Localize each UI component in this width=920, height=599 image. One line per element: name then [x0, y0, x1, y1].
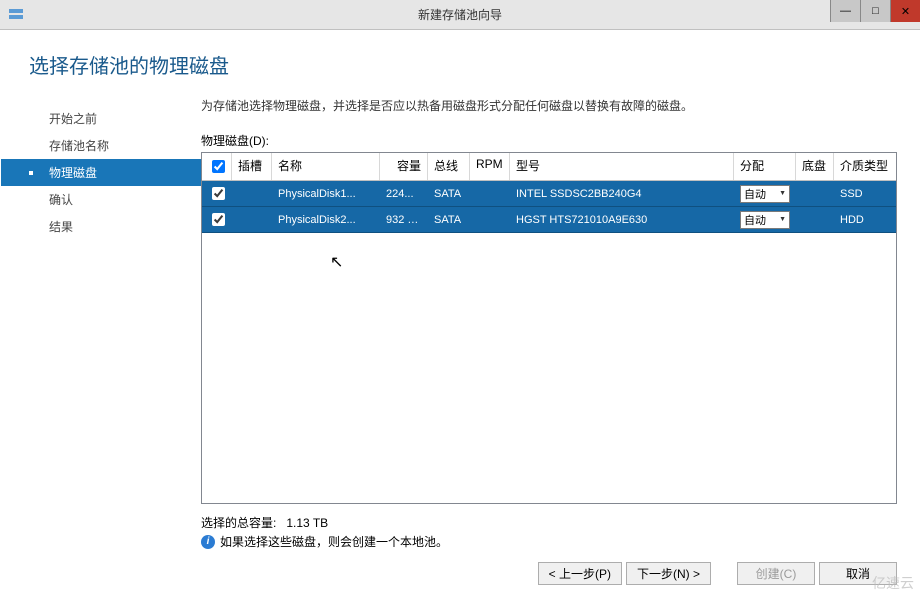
cell-bus: SATA: [428, 211, 470, 229]
create-button: 创建(C): [737, 562, 815, 585]
header-checkbox-col[interactable]: [202, 153, 232, 180]
main-area: 开始之前 存储池名称 物理磁盘 确认 结果 为存储池选择物理磁盘，并选择是否应以…: [1, 97, 919, 550]
watermark: 亿速云: [872, 573, 914, 593]
cell-slot: [232, 217, 272, 223]
header-capacity[interactable]: 容量: [380, 153, 428, 180]
allocation-select[interactable]: 自动: [740, 185, 790, 203]
cell-chassis: [796, 191, 834, 197]
cell-rpm: [470, 191, 510, 197]
summary: 选择的总容量: 1.13 TB i 如果选择这些磁盘，则会创建一个本地池。: [201, 504, 897, 550]
header-model[interactable]: 型号: [510, 153, 734, 180]
row-checkbox[interactable]: [212, 187, 225, 200]
physical-disks-grid: 插槽 名称 容量 总线 RPM 型号 分配 底盘 介质类型 PhysicalDi…: [201, 152, 897, 504]
cell-bus: SATA: [428, 185, 470, 203]
nav-pool-name[interactable]: 存储池名称: [1, 132, 201, 159]
nav-physical-disks[interactable]: 物理磁盘: [1, 159, 201, 186]
nav-result[interactable]: 结果: [1, 213, 201, 240]
nav-before-begin[interactable]: 开始之前: [1, 105, 201, 132]
previous-button[interactable]: < 上一步(P): [538, 562, 622, 585]
cell-chassis: [796, 217, 834, 223]
header-media[interactable]: 介质类型: [834, 153, 896, 180]
header-rpm[interactable]: RPM: [470, 153, 510, 180]
cell-model: HGST HTS721010A9E630: [510, 211, 734, 229]
window-title: 新建存储池向导: [0, 6, 920, 23]
window-controls: — □ ✕: [830, 0, 920, 22]
grid-body[interactable]: PhysicalDisk1... 224... SATA INTEL SSDSC…: [202, 181, 896, 503]
grid-header: 插槽 名称 容量 总线 RPM 型号 分配 底盘 介质类型: [202, 153, 896, 181]
page-heading: 选择存储池的物理磁盘: [1, 30, 919, 97]
table-row[interactable]: PhysicalDisk2... 932 GB SATA HGST HTS721…: [202, 207, 896, 233]
instruction-text: 为存储池选择物理磁盘，并选择是否应以热备用磁盘形式分配任何磁盘以替换有故障的磁盘…: [201, 97, 897, 114]
header-name[interactable]: 名称: [272, 153, 380, 180]
header-chassis[interactable]: 底盘: [796, 153, 834, 180]
cell-model: INTEL SSDSC2BB240G4: [510, 185, 734, 203]
content: 选择存储池的物理磁盘 开始之前 存储池名称 物理磁盘 确认 结果 为存储池选择物…: [0, 30, 920, 599]
app-icon: [8, 7, 24, 23]
info-text: 如果选择这些磁盘，则会创建一个本地池。: [220, 533, 448, 550]
next-button[interactable]: 下一步(N) >: [626, 562, 711, 585]
allocation-select[interactable]: 自动: [740, 211, 790, 229]
cell-capacity: 224...: [380, 185, 428, 203]
cell-capacity: 932 GB: [380, 211, 428, 229]
cell-media: SSD: [834, 185, 896, 203]
row-checkbox[interactable]: [212, 213, 225, 226]
cell-name: PhysicalDisk1...: [272, 185, 380, 203]
nav-confirm[interactable]: 确认: [1, 186, 201, 213]
cell-rpm: [470, 217, 510, 223]
header-bus[interactable]: 总线: [428, 153, 470, 180]
cell-slot: [232, 191, 272, 197]
minimize-button[interactable]: —: [830, 0, 860, 22]
total-label: 选择的总容量:: [201, 514, 276, 531]
grid-label: 物理磁盘(D):: [201, 132, 897, 149]
header-alloc[interactable]: 分配: [734, 153, 796, 180]
cell-name: PhysicalDisk2...: [272, 211, 380, 229]
header-slot[interactable]: 插槽: [232, 153, 272, 180]
maximize-button[interactable]: □: [860, 0, 890, 22]
wizard-nav: 开始之前 存储池名称 物理磁盘 确认 结果: [1, 97, 201, 550]
info-icon: i: [201, 535, 215, 549]
form-area: 为存储池选择物理磁盘，并选择是否应以热备用磁盘形式分配任何磁盘以替换有故障的磁盘…: [201, 97, 919, 550]
total-value: 1.13 TB: [286, 516, 328, 530]
select-all-checkbox[interactable]: [212, 160, 225, 173]
table-row[interactable]: PhysicalDisk1... 224... SATA INTEL SSDSC…: [202, 181, 896, 207]
cell-media: HDD: [834, 211, 896, 229]
close-button[interactable]: ✕: [890, 0, 920, 22]
wizard-footer: < 上一步(P) 下一步(N) > 创建(C) 取消: [1, 550, 919, 599]
titlebar: 新建存储池向导 — □ ✕: [0, 0, 920, 30]
